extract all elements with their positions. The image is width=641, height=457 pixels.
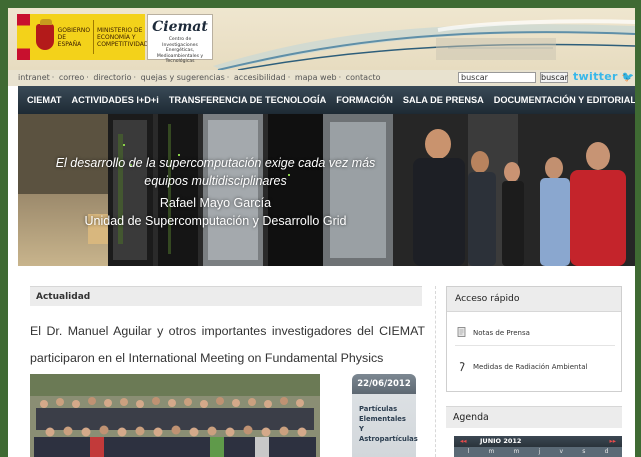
news-photo[interactable] (30, 374, 320, 457)
logo-divider (93, 20, 94, 54)
page: GOBIERNO DE ESPAÑA MINISTERIO DE ECONOMÍ… (8, 8, 635, 457)
quick-item-radiacion[interactable]: Medidas de Radiación Ambiental (457, 361, 587, 372)
weekday: s (582, 448, 586, 455)
main-content: Actualidad El Dr. Manuel Aguilar y otros… (18, 266, 635, 457)
twitter-icon[interactable]: twitter 🐦 (573, 70, 635, 83)
weekday: m (488, 448, 495, 455)
hero-slogan-line1: El desarrollo de la supercomputación exi… (55, 156, 376, 170)
news-tag-line: Partículas (359, 405, 398, 413)
news-tag-line: Astropartículas (359, 435, 418, 443)
link-accesibilidad[interactable]: accesibilidad (234, 73, 286, 82)
hero-unit: Unidad de Supercomputación y Desarrollo … (84, 214, 347, 228)
search-button[interactable]: buscar (540, 72, 568, 83)
weekday: d (604, 448, 609, 455)
nav-item-actividades[interactable]: ACTIVIDADES I+D+i (72, 95, 159, 105)
ministry-text: MINISTERIO DE ECONOMÍA Y COMPETITIVIDAD (97, 26, 149, 48)
section-title-actualidad: Actualidad (30, 286, 422, 306)
weekday: l (467, 448, 470, 455)
main-nav: CIEMAT ACTIVIDADES I+D+i TRANSFERENCIA D… (18, 86, 635, 114)
nav-item-ciemat[interactable]: CIEMAT (27, 95, 62, 105)
quick-item-label: Notas de Prensa (473, 328, 530, 337)
news-headline[interactable]: El Dr. Manuel Aguilar y otros importante… (30, 318, 425, 372)
link-mapa-web[interactable]: mapa web (295, 73, 337, 82)
agenda-title: Agenda (446, 406, 622, 428)
column-divider (435, 286, 436, 457)
link-separator: · (338, 73, 342, 82)
nav-item-documentacion[interactable]: DOCUMENTACIÓN Y EDITORIAL (494, 95, 635, 105)
link-separator: · (133, 73, 137, 82)
news-tags[interactable]: Partículas Elementales Y Astropartículas (352, 394, 418, 444)
calendar-month: JUNIO 2012 (480, 437, 522, 445)
twitter-label: twitter (573, 70, 618, 83)
calendar-weekdays: l m m j v s d (454, 447, 622, 457)
link-correo[interactable]: correo (59, 73, 84, 82)
hero-banner[interactable]: El desarrollo de la supercomputación exi… (18, 114, 635, 266)
quick-access-title: Acceso rápido (447, 287, 621, 312)
link-intranet[interactable]: intranet (18, 73, 50, 82)
gov-text: GOBIERNO DE ESPAÑA (57, 26, 91, 48)
weekday: v (559, 448, 564, 455)
link-directorio[interactable]: directorio (93, 73, 131, 82)
calendar-next-button[interactable]: ▸▸ (609, 436, 616, 447)
group-photo (30, 374, 320, 457)
news-date: 22/06/2012 (352, 374, 416, 394)
ciemat-logo-text: Ciemat (152, 19, 208, 35)
quick-item-label: Medidas de Radiación Ambiental (473, 362, 588, 371)
utility-bar: intranet · correo · directorio · quejas y s… (8, 70, 635, 86)
hero-person: Rafael Mayo García (159, 196, 272, 210)
document-icon (457, 327, 466, 337)
hero-caption: El desarrollo de la supercomputación exi… (38, 154, 393, 230)
quick-item-notas-de-prensa[interactable]: Notas de Prensa (457, 327, 530, 338)
link-contacto[interactable]: contacto (346, 73, 381, 82)
ciemat-logo-subtitle: Centro de Investigaciones Energéticas, M… (156, 37, 204, 64)
news-tag-line: Elementales Y (359, 415, 406, 433)
quick-separator (455, 345, 615, 346)
ciemat-logo[interactable]: Ciemat Centro de Investigaciones Energét… (147, 14, 213, 64)
calendar-header: ◂◂ JUNIO 2012 ▸▸ (454, 436, 622, 447)
nav-item-sala-de-prensa[interactable]: SALA DE PRENSA (403, 95, 484, 105)
news-meta-card: 22/06/2012 Partículas Elementales Y Astr… (352, 374, 418, 457)
coat-of-arms-icon (35, 19, 54, 50)
government-logo[interactable]: GOBIERNO DE ESPAÑA MINISTERIO DE ECONOMÍ… (17, 14, 149, 60)
weekday: j (538, 448, 541, 455)
spain-flag-icon (17, 14, 30, 60)
utility-links: intranet · correo · directorio · quejas y s… (18, 73, 381, 82)
radiation-measure-icon (459, 362, 465, 372)
search-input[interactable]: buscar (458, 72, 536, 83)
link-quejas[interactable]: quejas y sugerencias (141, 73, 225, 82)
link-separator: · (226, 73, 230, 82)
quick-access-box: Acceso rápido Notas de Prensa Medidas de… (446, 286, 622, 392)
link-separator: · (287, 73, 291, 82)
link-separator: · (51, 73, 55, 82)
hero-slogan-line2: equipos multidisciplinares (144, 174, 287, 188)
link-separator: · (86, 73, 89, 82)
nav-item-transferencia[interactable]: TRANSFERENCIA DE TECNOLOGÍA (169, 95, 326, 105)
weekday: m (513, 448, 520, 455)
agenda-calendar: ◂◂ JUNIO 2012 ▸▸ l m m j v s d (454, 436, 622, 457)
site-header: GOBIERNO DE ESPAÑA MINISTERIO DE ECONOMÍ… (8, 8, 635, 70)
calendar-prev-button[interactable]: ◂◂ (460, 436, 467, 447)
nav-item-formacion[interactable]: FORMACIÓN (336, 95, 393, 105)
